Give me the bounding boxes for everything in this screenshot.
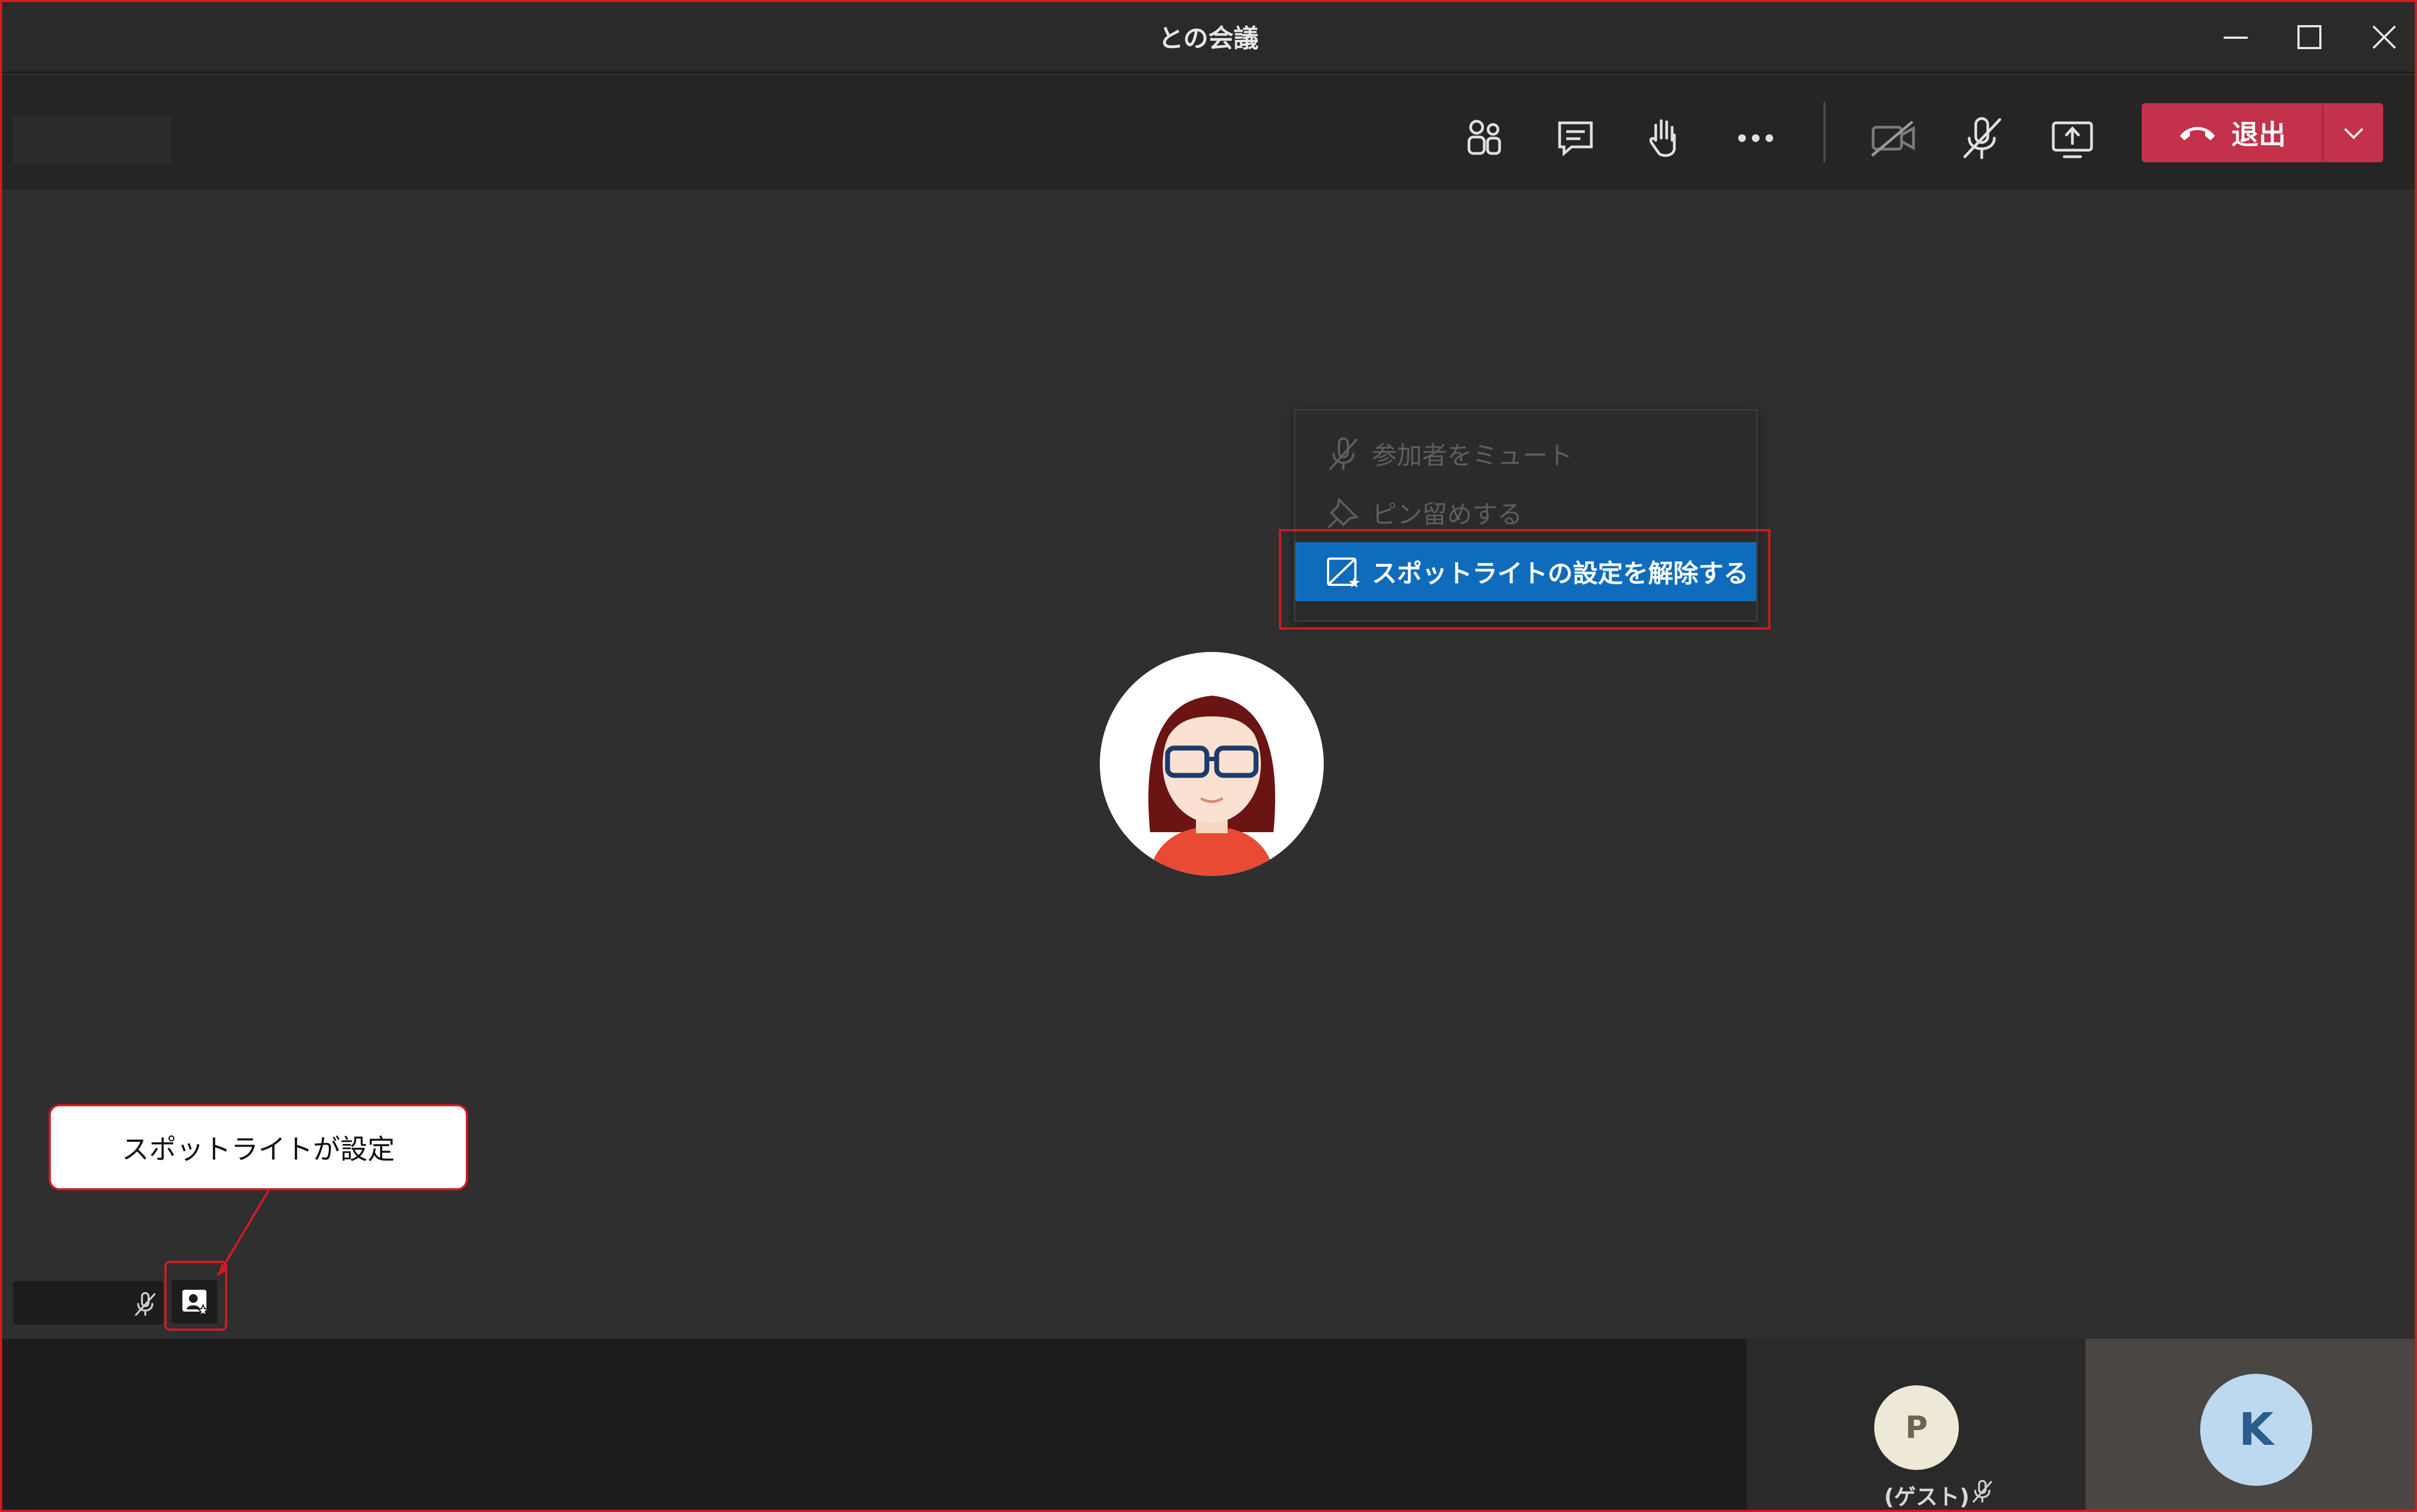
meeting-window: との会議 退出 参加者をミュート ピン留めする スポットライトの設定を解除する … [0, 0, 2417, 1512]
participant-name-p: (ゲスト) [1884, 1485, 1970, 1510]
leave-button[interactable]: 退出 [2142, 103, 2383, 162]
chat-icon[interactable] [1545, 108, 1606, 168]
leave-main-button[interactable]: 退出 [2142, 103, 2322, 162]
menu-item-label: ピン留めする [1372, 500, 1523, 529]
participant-initial-p: P [1874, 1385, 1959, 1470]
meeting-toolbar: 退出 [2, 75, 2415, 189]
mic-off-icon [135, 1292, 156, 1316]
share-screen-icon[interactable] [2042, 108, 2102, 168]
annotation-callout: スポットライトが設定 [49, 1104, 468, 1190]
leave-options-dropdown[interactable] [2324, 103, 2383, 162]
mic-off-icon [1972, 1480, 1992, 1503]
minimize-icon[interactable] [2214, 19, 2258, 57]
spotlight-annotation-box [164, 1261, 227, 1331]
hang-up-icon [2180, 127, 2215, 140]
mic-off-icon [1329, 437, 1358, 470]
participant-initial-k: K [2200, 1374, 2312, 1486]
camera-off-icon[interactable] [1863, 108, 1923, 168]
mic-off-icon[interactable] [1952, 108, 2012, 168]
chevron-down-icon [2344, 128, 2363, 139]
callout-text: スポットライトが設定 [122, 1134, 395, 1165]
window-title: との会議 [1158, 23, 1259, 53]
raise-hand-icon[interactable] [1634, 108, 1694, 168]
toolbar-divider [1823, 102, 1826, 162]
more-icon[interactable] [1726, 108, 1786, 168]
participant-avatar [1100, 652, 1324, 876]
people-icon[interactable] [1455, 108, 1515, 168]
title-bar: との会議 [2, 2, 2415, 73]
leave-label: 退出 [2231, 119, 2286, 151]
close-icon[interactable] [2362, 19, 2406, 57]
highlight-annotation-box [1279, 529, 1770, 630]
pin-icon [1328, 497, 1359, 528]
menu-item-mute-participant[interactable]: 参加者をミュート [1295, 424, 1756, 483]
menu-item-label: 参加者をミュート [1372, 441, 1573, 470]
maximize-icon[interactable] [2288, 19, 2331, 57]
meeting-timer-area [13, 116, 171, 165]
participant-name-tag [13, 1281, 163, 1325]
